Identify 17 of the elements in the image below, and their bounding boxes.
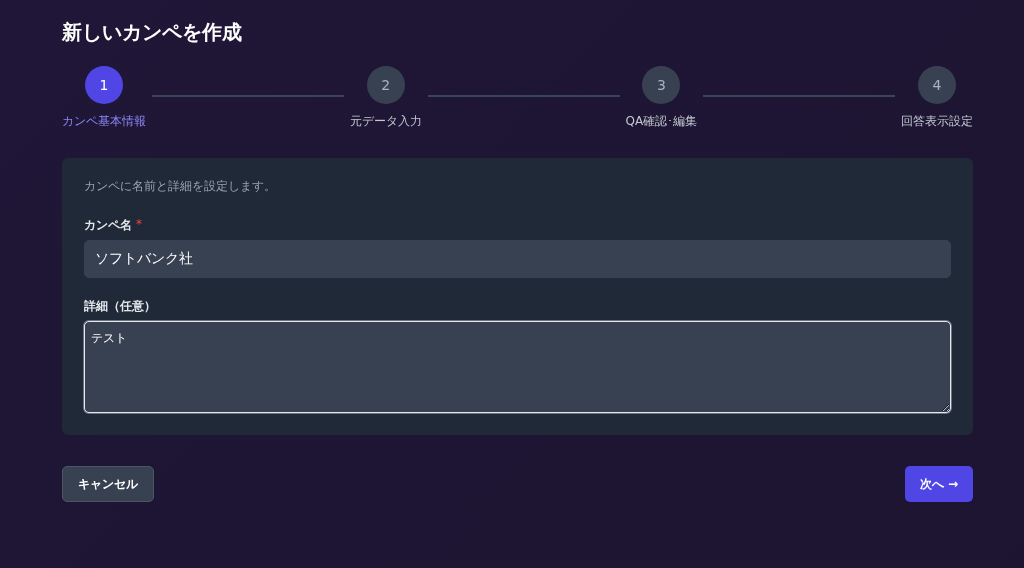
- name-input-field[interactable]: ソフトバンク社: [84, 240, 951, 278]
- step-number[interactable]: 3: [642, 66, 681, 104]
- step-number[interactable]: 2: [366, 66, 405, 104]
- cancel-button[interactable]: キャンセル: [62, 466, 154, 502]
- step-label: 元データ入力: [349, 113, 422, 130]
- form-description: カンペに名前と詳細を設定します。: [84, 178, 277, 195]
- step-label: カンペ基本情報: [62, 113, 146, 130]
- details-text-area[interactable]: テスト: [84, 321, 951, 413]
- page-title: 新しいカンペを作成: [62, 19, 243, 46]
- step-number[interactable]: 4: [918, 66, 956, 104]
- field-label: カンペ名: [84, 217, 132, 234]
- step-label: 回答表示設定: [901, 113, 973, 130]
- step-number[interactable]: 1: [85, 66, 123, 104]
- field-label: 詳細（任意）: [84, 298, 156, 315]
- required-mark: *: [136, 217, 142, 233]
- next-button[interactable]: 次へ →: [904, 466, 973, 502]
- step-label: QA確認･編集: [625, 113, 698, 130]
